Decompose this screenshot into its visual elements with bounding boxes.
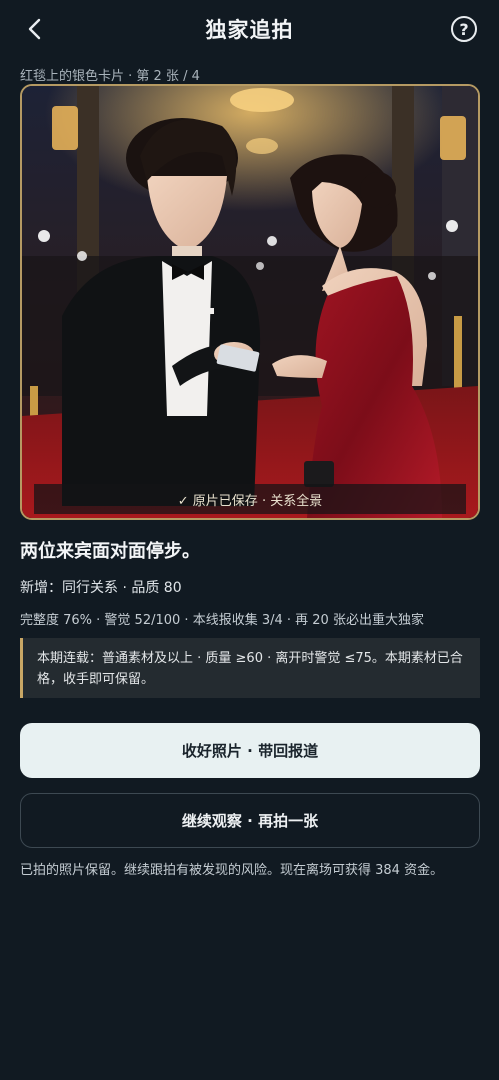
new-item-text: 新增：同行关系 · 品质 80 — [20, 580, 182, 596]
photo-caption: 红毯上的银色卡片 · 第 2 张 / 4 — [20, 69, 200, 84]
top-bar: 独家追拍 ? — [0, 0, 499, 58]
help-button[interactable]: ? — [451, 16, 477, 42]
footer-note: 已拍的照片保留。继续跟拍有被发现的风险。现在离场可获得 384 资金。 — [20, 863, 444, 878]
question-circle-icon: ? — [459, 19, 469, 39]
photo-saved-label: ✓ 原片已保存 · 关系全景 — [34, 484, 466, 514]
progress-text: 完整度 76% · 警觉 52/100 · 本线报收集 3/4 · 再 20 张… — [20, 613, 424, 628]
result-headline: 两位来宾面对面停步。 — [20, 541, 200, 562]
back-button[interactable] — [20, 14, 50, 44]
page-title: 独家追拍 — [205, 18, 294, 42]
series-notice: 本期连载：普通素材及以上 · 质量 ≥60 · 离开时警觉 ≤75。本期素材已合… — [20, 638, 480, 698]
keep-photo-button[interactable]: 收好照片 · 带回报道 — [20, 723, 480, 778]
photo-frame[interactable]: ✓ 原片已保存 · 关系全景 — [20, 84, 480, 520]
red-carpet-photo — [22, 86, 478, 518]
continue-shooting-button[interactable]: 继续观察 · 再拍一张 — [20, 793, 480, 848]
chevron-left-icon — [28, 18, 41, 40]
